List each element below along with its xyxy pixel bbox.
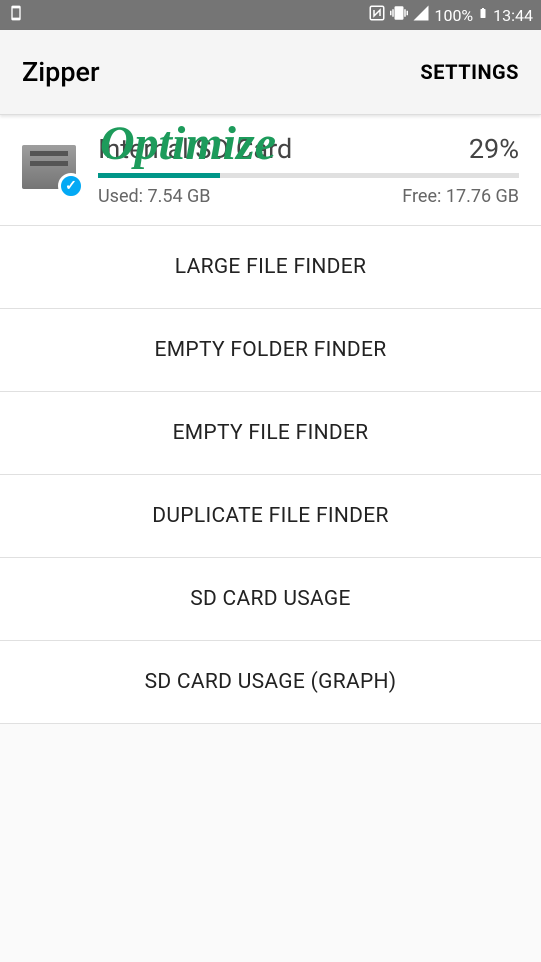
storage-progress [98, 173, 519, 178]
phone-icon [8, 5, 24, 25]
option-duplicate-file-finder[interactable]: DUPLICATE FILE FINDER [0, 475, 541, 558]
nfc-icon [368, 4, 386, 26]
option-sd-card-usage-graph[interactable]: SD CARD USAGE (GRAPH) [0, 641, 541, 724]
app-title: Zipper [22, 56, 100, 88]
storage-name: Internal SD Card [98, 133, 292, 165]
clock: 13:44 [493, 6, 533, 25]
storage-card[interactable]: ✓ Internal SD Card 29% Used: 7.54 GB Fre… [0, 115, 541, 226]
app-bar: Zipper SETTINGS [0, 30, 541, 115]
vibrate-icon [390, 4, 408, 26]
option-empty-folder-finder[interactable]: EMPTY FOLDER FINDER [0, 309, 541, 392]
option-empty-file-finder[interactable]: EMPTY FILE FINDER [0, 392, 541, 475]
option-sd-card-usage[interactable]: SD CARD USAGE [0, 558, 541, 641]
sdcard-icon: ✓ [22, 137, 82, 197]
status-bar: 100% 13:44 [0, 0, 541, 30]
battery-pct: 100% [434, 6, 473, 25]
battery-icon [477, 4, 489, 26]
option-large-file-finder[interactable]: LARGE FILE FINDER [0, 226, 541, 309]
signal-icon [412, 4, 430, 26]
storage-free: Free: 17.76 GB [402, 186, 519, 207]
storage-pct: 29% [469, 133, 519, 165]
settings-button[interactable]: SETTINGS [420, 60, 519, 84]
storage-used: Used: 7.54 GB [98, 186, 211, 207]
check-badge: ✓ [58, 173, 84, 199]
option-list: LARGE FILE FINDER EMPTY FOLDER FINDER EM… [0, 226, 541, 724]
